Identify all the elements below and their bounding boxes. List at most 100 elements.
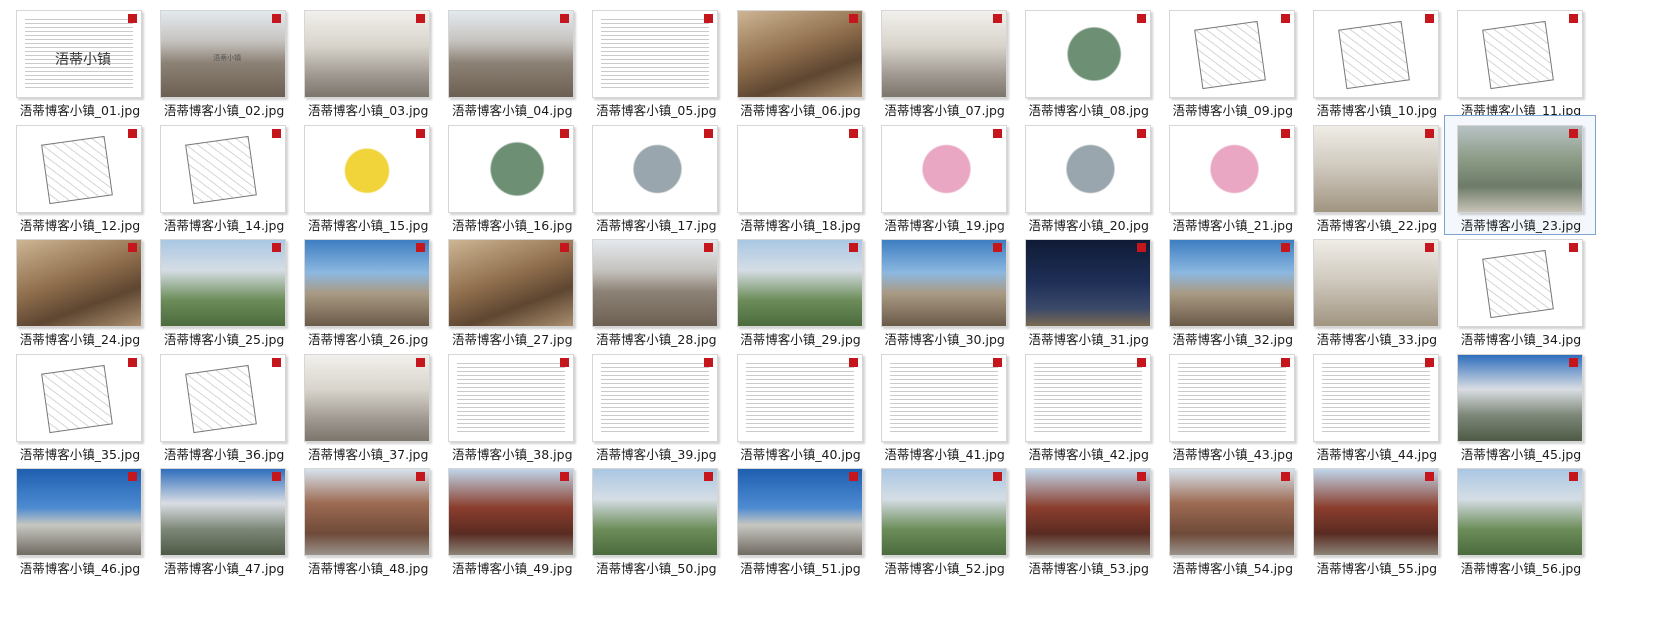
file-thumbnail-item[interactable]: 浯蒂博客小镇_14.jpg: [147, 115, 299, 235]
file-thumbnail-item[interactable]: 浯蒂博客小镇_07.jpg: [868, 0, 1020, 120]
file-thumbnail-item[interactable]: 浯蒂博客小镇_38.jpg: [435, 344, 587, 464]
file-thumbnail-item[interactable]: 浯蒂博客小镇_26.jpg: [291, 229, 443, 349]
red-square-badge-icon: [992, 128, 1002, 138]
file-thumbnail-item[interactable]: 浯蒂博客小镇_45.jpg: [1444, 344, 1596, 464]
file-thumbnail-item[interactable]: 浯蒂博客小镇_55.jpg: [1300, 458, 1452, 578]
red-square-badge-icon: [272, 357, 282, 367]
file-thumbnail-item[interactable]: 浯蒂博客小镇_43.jpg: [1156, 344, 1308, 464]
file-thumbnail-item[interactable]: 浯蒂博客小镇_20.jpg: [1012, 115, 1164, 235]
file-thumbnail-item[interactable]: 浯蒂博客小镇_28.jpg: [579, 229, 731, 349]
file-thumbnail-item[interactable]: 浯蒂博客小镇_25.jpg: [147, 229, 299, 349]
thumbnail-image: [448, 468, 575, 556]
thumbnail-image: [736, 468, 863, 556]
file-thumbnail-item[interactable]: 浯蒂博客小镇_42.jpg: [1012, 344, 1164, 464]
file-thumbnail-item[interactable]: 浯蒂博客小镇_36.jpg: [147, 344, 299, 464]
calligraphy-title-mark: 浯蒂小镇: [55, 52, 111, 68]
site-plan-preview: [185, 364, 257, 433]
file-thumbnail-item[interactable]: 浯蒂小镇 浯蒂博客小镇_01.jpg: [3, 0, 155, 120]
red-square-badge-icon: [128, 472, 137, 481]
red-square-badge-icon: [1136, 243, 1146, 252]
red-square-badge-icon: [1569, 14, 1578, 23]
thumbnail-image: [736, 353, 863, 442]
thumbnail-image: [1024, 468, 1151, 556]
thumbnail-image: [1024, 239, 1151, 327]
thumbnail-image: [160, 124, 287, 213]
thumbnail-image: [592, 468, 719, 556]
file-thumbnail-item[interactable]: 浯蒂博客小镇_06.jpg: [724, 0, 876, 120]
file-thumbnail-item[interactable]: 浯蒂博客小镇_53.jpg: [1012, 458, 1164, 578]
thumbnail-image: 浯蒂小镇: [160, 10, 287, 98]
file-thumbnail-item[interactable]: 浯蒂博客小镇_41.jpg: [868, 344, 1020, 464]
red-square-badge-icon: [1136, 357, 1146, 367]
red-square-badge-icon: [1424, 243, 1434, 252]
file-name-label: 浯蒂博客小镇_49.jpg: [452, 561, 573, 576]
thumbnail-image: [160, 468, 287, 556]
file-thumbnail-item[interactable]: 浯蒂博客小镇_30.jpg: [868, 229, 1020, 349]
red-square-badge-icon: [128, 243, 137, 252]
red-square-badge-icon: [560, 472, 570, 481]
thumbnail-image: [16, 353, 142, 442]
file-thumbnail-item[interactable]: 浯蒂博客小镇_21.jpg: [1156, 115, 1308, 235]
file-thumbnail-item[interactable]: 浯蒂博客小镇_33.jpg: [1300, 229, 1452, 349]
red-square-badge-icon: [560, 243, 570, 252]
file-thumbnail-item[interactable]: 浯蒂博客小镇_51.jpg: [724, 458, 876, 578]
file-thumbnail-item[interactable]: 浯蒂博客小镇_24.jpg: [3, 229, 155, 349]
file-thumbnail-item[interactable]: 浯蒂博客小镇_48.jpg: [291, 458, 443, 578]
file-name-label: 浯蒂博客小镇_48.jpg: [307, 561, 429, 576]
red-square-badge-icon: [704, 357, 714, 367]
file-thumbnail-item[interactable]: 浯蒂博客小镇_52.jpg: [868, 458, 1020, 578]
file-thumbnail-item[interactable]: 浯蒂博客小镇_34.jpg: [1444, 229, 1596, 349]
file-thumbnail-item[interactable]: 浯蒂博客小镇_50.jpg: [579, 458, 731, 578]
site-plan-preview: [1482, 20, 1554, 90]
red-square-badge-icon: [272, 14, 282, 23]
file-thumbnail-item[interactable]: 浯蒂博客小镇_10.jpg: [1300, 0, 1452, 120]
file-thumbnail-item[interactable]: 浯蒂博客小镇_09.jpg: [1156, 0, 1308, 120]
file-thumbnail-item[interactable]: 浯蒂博客小镇_05.jpg: [579, 0, 731, 120]
file-thumbnail-item[interactable]: 浯蒂博客小镇_32.jpg: [1156, 229, 1308, 349]
file-thumbnail-item[interactable]: 浯蒂博客小镇_11.jpg: [1444, 0, 1596, 120]
file-name-label: 浯蒂博客小镇_52.jpg: [884, 561, 1005, 576]
red-square-badge-icon: [1424, 357, 1434, 367]
file-thumbnail-item[interactable]: 浯蒂博客小镇_12.jpg: [3, 115, 155, 235]
red-square-badge-icon: [128, 128, 137, 138]
file-thumbnail-item[interactable]: 浯蒂博客小镇_19.jpg: [868, 115, 1020, 235]
file-thumbnail-item[interactable]: 浯蒂博客小镇_31.jpg: [1012, 229, 1164, 349]
red-square-badge-icon: [848, 14, 858, 23]
file-thumbnail-item[interactable]: 浯蒂小镇 浯蒂博客小镇_02.jpg: [147, 0, 299, 120]
file-thumbnail-item[interactable]: 浯蒂博客小镇_46.jpg: [3, 458, 155, 578]
file-thumbnail-item[interactable]: 浯蒂博客小镇_23.jpg: [1444, 114, 1596, 235]
file-thumbnail-item[interactable]: 浯蒂博客小镇_35.jpg: [3, 344, 155, 464]
file-thumbnail-item[interactable]: 浯蒂博客小镇_04.jpg: [435, 0, 587, 120]
file-thumbnail-item[interactable]: 浯蒂博客小镇_15.jpg: [291, 115, 443, 235]
file-thumbnail-item[interactable]: 浯蒂博客小镇_39.jpg: [579, 344, 731, 464]
file-thumbnail-item[interactable]: 浯蒂博客小镇_18.jpg: [724, 115, 876, 235]
file-thumbnail-item[interactable]: 浯蒂博客小镇_56.jpg: [1444, 458, 1596, 578]
file-thumbnail-item[interactable]: 浯蒂博客小镇_16.jpg: [435, 115, 587, 235]
thumbnail-image: [1312, 468, 1439, 556]
red-square-badge-icon: [272, 243, 282, 252]
thumbnail-image: [16, 124, 142, 213]
calligraphy-title-mark: 浯蒂小镇: [213, 54, 242, 62]
file-thumbnail-item[interactable]: 浯蒂博客小镇_54.jpg: [1156, 458, 1308, 578]
thumbnail-image: [880, 10, 1007, 98]
file-thumbnail-item[interactable]: 浯蒂博客小镇_17.jpg: [579, 115, 731, 235]
thumbnail-image: [1168, 239, 1295, 327]
file-thumbnail-item[interactable]: 浯蒂博客小镇_44.jpg: [1300, 344, 1452, 464]
red-square-badge-icon: [128, 357, 137, 367]
thumbnail-image: [160, 239, 287, 327]
thumbnail-image: [448, 124, 575, 213]
file-thumbnail-item[interactable]: 浯蒂博客小镇_22.jpg: [1300, 115, 1452, 235]
file-thumbnail-item[interactable]: 浯蒂博客小镇_03.jpg: [291, 0, 443, 120]
file-thumbnail-item[interactable]: 浯蒂博客小镇_47.jpg: [147, 458, 299, 578]
file-thumbnail-item[interactable]: 浯蒂博客小镇_27.jpg: [435, 229, 587, 349]
red-square-badge-icon: [1424, 14, 1434, 23]
file-thumbnail-item[interactable]: 浯蒂博客小镇_49.jpg: [435, 458, 587, 578]
file-thumbnail-item[interactable]: 浯蒂博客小镇_37.jpg: [291, 344, 443, 464]
file-thumbnail-item[interactable]: 浯蒂博客小镇_08.jpg: [1012, 0, 1164, 120]
file-thumbnail-item[interactable]: 浯蒂博客小镇_40.jpg: [724, 344, 876, 464]
thumbnail-image: [880, 468, 1007, 556]
red-square-badge-icon: [1280, 14, 1290, 23]
file-thumbnail-item[interactable]: 浯蒂博客小镇_29.jpg: [724, 229, 876, 349]
red-square-badge-icon: [704, 128, 714, 138]
thumbnail-image: [304, 468, 431, 556]
